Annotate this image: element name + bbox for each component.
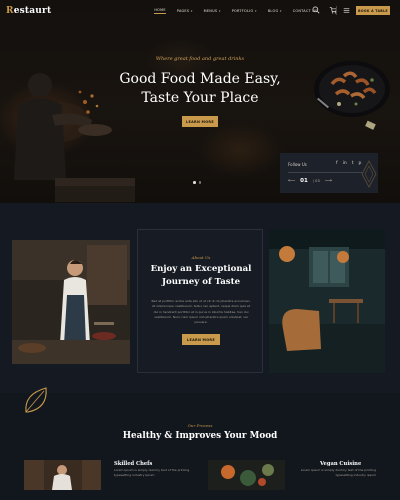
chevron-down-icon: ▾ <box>218 9 221 13</box>
menu-item-menus[interactable]: MENUS ▾ <box>204 8 221 14</box>
about-title-line1: Enjoy an Exceptional <box>150 264 252 274</box>
hero-subtitle: Where great food and great drinks <box>155 56 245 62</box>
follow-label: Follow Us <box>288 162 307 167</box>
book-table-button[interactable]: BOOK A TABLE <box>356 6 390 15</box>
menu-label: BLOG <box>267 9 279 13</box>
skilled-chefs-image <box>24 460 101 490</box>
search-icon[interactable] <box>312 6 320 14</box>
logo-initial: R <box>6 6 14 16</box>
menu-label: MENUS <box>203 9 218 13</box>
follow-divider <box>288 172 362 173</box>
about-subtitle: About Us <box>191 255 211 260</box>
slider-dot[interactable] <box>198 181 201 184</box>
menu-item-blog[interactable]: BLOG ▾ <box>268 8 282 14</box>
vegan-cuisine-image <box>208 460 285 490</box>
about-learn-more-button[interactable]: LEARN MORE <box>182 334 220 345</box>
hero-title-line2: Taste Your Place <box>141 90 259 106</box>
slide-current: 01 <box>300 178 308 184</box>
chef-portrait-image <box>12 240 130 364</box>
diamond-ornament-icon <box>361 160 377 188</box>
hero-section: Where great food and great drinks Good F… <box>0 0 400 203</box>
nav-icon-group <box>312 6 337 14</box>
service-name-skilled-chefs: Skilled Chefs <box>114 461 153 467</box>
about-title: Enjoy an Exceptional Journey of Taste <box>138 263 264 289</box>
arrow-right-icon[interactable]: ⟶ <box>325 178 332 184</box>
linkedin-icon[interactable]: in <box>343 161 347 166</box>
restaurant-interior-image <box>269 229 385 373</box>
service-text-skilled-chefs: Lorem Ipsum is simply dummy text of the … <box>114 468 190 477</box>
menu-label: PAGES <box>176 9 190 13</box>
service-name-vegan-cuisine: Vegan Cuisine <box>320 461 362 467</box>
leaf-icon <box>25 387 47 413</box>
menu-label: HOME <box>154 8 166 12</box>
menu-item-pages[interactable]: PAGES ▾ <box>177 8 193 14</box>
arrow-left-icon[interactable]: ⟵ <box>288 178 295 184</box>
chevron-down-icon: ▾ <box>279 9 282 13</box>
chevron-down-icon: ▾ <box>190 9 193 13</box>
social-links: f in t p <box>336 161 361 166</box>
services-subtitle: Our Process <box>187 423 213 428</box>
about-description: Red at porttitor endre ante sibi ut ut v… <box>151 299 251 325</box>
menu-item-home[interactable]: HOME <box>154 8 166 14</box>
facebook-icon[interactable]: f <box>336 161 338 166</box>
service-text-vegan-cuisine: Lorem Ipsum is simply dummy text of the … <box>300 468 376 477</box>
about-card: About Us Enjoy an Exceptional Journey of… <box>137 229 263 373</box>
slide-navigation: ⟵ 01 / 03 ⟶ <box>288 178 332 184</box>
twitter-icon[interactable]: t <box>352 161 354 166</box>
menu-item-portfolio[interactable]: PORTFOLIO ▾ <box>232 8 257 14</box>
menu-label: PORTFOLIO <box>231 9 254 13</box>
hero-title: Good Food Made Easy, Taste Your Place <box>0 70 400 108</box>
hero-learn-more-button[interactable]: LEARN MORE <box>182 116 218 127</box>
about-title-line2: Journey of Taste <box>161 277 241 287</box>
top-navigation: Restaurt HOME PAGES ▾ MENUS ▾ PORTFOLIO ▾ B… <box>0 0 400 22</box>
nav-divider <box>336 6 337 15</box>
chevron-down-icon: ▾ <box>254 9 257 13</box>
slide-total: / 03 <box>312 179 320 183</box>
menu-icon[interactable] <box>343 7 350 14</box>
slider-dot[interactable] <box>193 181 196 184</box>
main-menu: HOME PAGES ▾ MENUS ▾ PORTFOLIO ▾ BLOG ▾ CONT… <box>154 8 328 14</box>
logo-text: estaurt <box>13 6 52 16</box>
slider-dots <box>193 181 201 184</box>
hero-title-line1: Good Food Made Easy, <box>119 71 281 87</box>
brand-logo[interactable]: Restaurt <box>6 6 51 16</box>
services-title: Healthy & Improves Your Mood <box>122 431 278 441</box>
